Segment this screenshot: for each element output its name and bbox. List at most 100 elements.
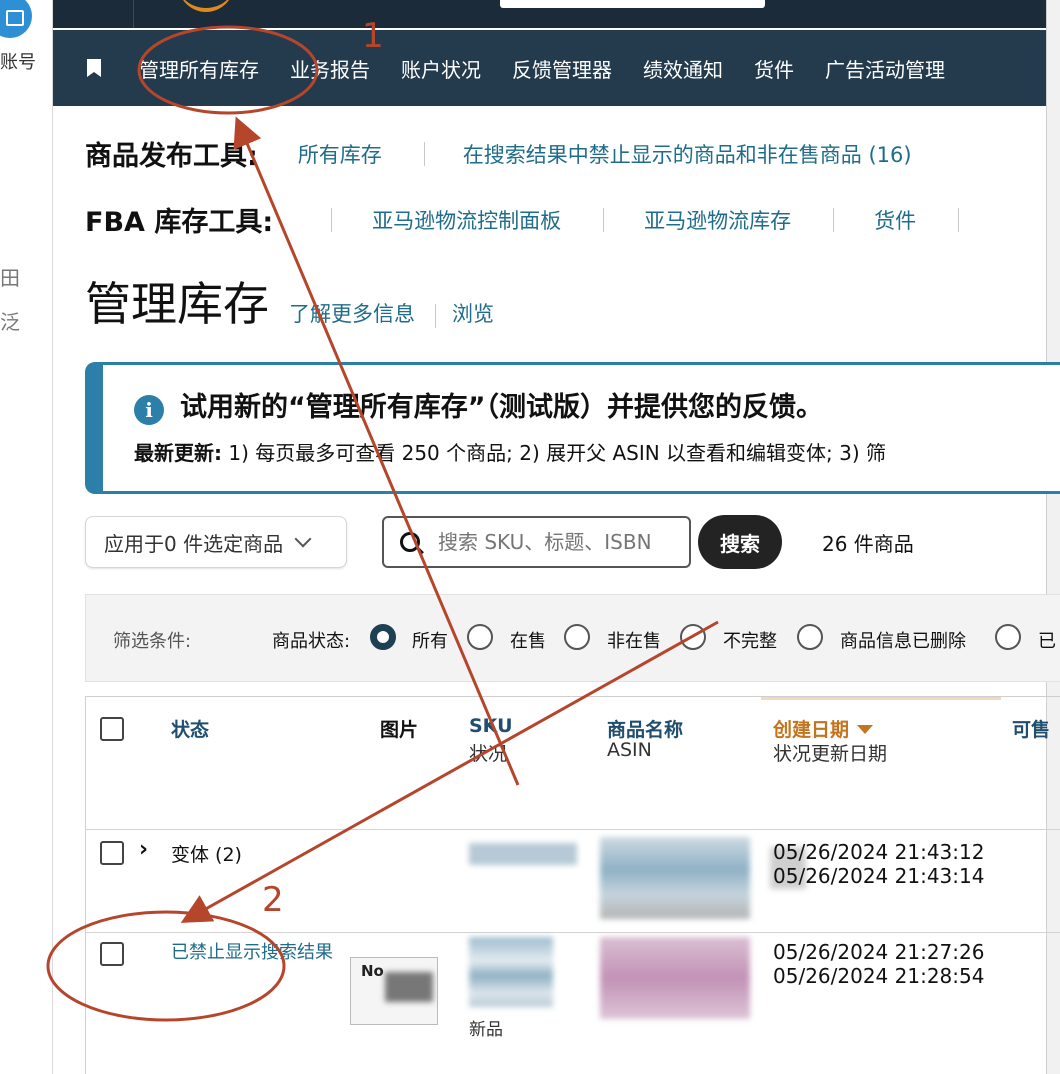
- browse-link[interactable]: 浏览: [452, 298, 494, 328]
- radio-inactive-label: 非在售: [607, 631, 661, 652]
- radio-more-label: 已: [1038, 631, 1056, 652]
- expand-chevron-icon[interactable]: ›: [139, 837, 148, 862]
- filter-bar: 筛选条件: 商品状态: 所有 在售 非在售 不完整 商品信息已删除 已: [85, 594, 1060, 682]
- amazon-logo-icon[interactable]: [178, 0, 234, 12]
- main-nav: 管理所有库存 业务报告 账户状况 反馈管理器 绩效通知 货件 广告活动管理: [53, 30, 1046, 106]
- header-status-updated: 状况更新日期: [773, 743, 888, 765]
- updated-date: 05/26/2024 21:28:54: [773, 964, 985, 988]
- search-input[interactable]: [436, 529, 680, 555]
- divider: [435, 304, 436, 328]
- inventory-table: 状态 图片 SKU 状况 商品名称 ASIN 创建日期 状况更新日期 可售 › …: [85, 696, 1060, 1074]
- nav-performance-notifications[interactable]: 绩效通知: [643, 54, 723, 83]
- header-sku-sub: 状况: [469, 743, 508, 765]
- result-count: 26 件商品: [822, 532, 914, 556]
- account-label: 账号: [0, 52, 36, 73]
- radio-inactive[interactable]: [564, 624, 590, 650]
- radio-incomplete-label: 不完整: [723, 631, 777, 652]
- updated-date: 05/26/2024 21:43:14: [773, 864, 985, 888]
- header-divider: [133, 0, 134, 28]
- listing-tools-label: 商品发布工具:: [85, 141, 258, 172]
- info-icon: i: [134, 395, 164, 425]
- thumbnail-text: No: [361, 962, 384, 980]
- radio-incomplete[interactable]: [680, 624, 706, 650]
- variation-label[interactable]: 变体 (2): [171, 840, 242, 867]
- account-icon[interactable]: [0, 0, 32, 38]
- row-divider: [86, 829, 1060, 830]
- product-thumbnail[interactable]: No: [350, 957, 438, 1025]
- select-all-checkbox[interactable]: [100, 717, 124, 741]
- left-window-edge: 账号 田 泛: [0, 0, 53, 1074]
- banner-note: 最新更新: 1) 每页最多可查看 250 个商品; 2) 展开父 ASIN 以查…: [134, 437, 886, 466]
- left-fragment-1: 田: [0, 266, 20, 290]
- link-fba-inventory[interactable]: 亚马逊物流库存: [644, 205, 791, 235]
- divider: [958, 207, 960, 232]
- chevron-down-icon: [294, 530, 312, 548]
- bookmark-icon[interactable]: [87, 59, 101, 77]
- radio-active[interactable]: [467, 624, 493, 650]
- left-fragment-2: 泛: [0, 310, 20, 334]
- radio-all-label: 所有: [412, 631, 448, 652]
- banner-note-text: 1) 每页最多可查看 250 个商品; 2) 展开父 ASIN 以查看和编辑变体…: [222, 441, 887, 465]
- radio-deleted-label: 商品信息已删除: [840, 631, 966, 652]
- bulk-action-select[interactable]: 应用于0 件选定商品: [85, 516, 347, 568]
- beta-info-banner: i 试用新的“管理所有库存”（测试版）并提供您的反馈。 最新更新: 1) 每页最…: [85, 362, 1060, 494]
- link-suppressed-inactive[interactable]: 在搜索结果中禁止显示的商品和非在售商品 (16): [463, 139, 912, 169]
- nav-account-health[interactable]: 账户状况: [401, 54, 481, 83]
- header-search-field[interactable]: [500, 0, 765, 8]
- step-number-2: 2: [262, 880, 284, 920]
- product-name-blurred: [600, 937, 750, 1019]
- divider: [833, 207, 835, 232]
- header-available[interactable]: 可售: [1012, 715, 1050, 742]
- header-created-date[interactable]: 创建日期: [773, 715, 874, 742]
- row-checkbox[interactable]: [100, 942, 124, 966]
- listing-tools-row: 商品发布工具: 所有库存 在搜索结果中禁止显示的商品和非在售商品 (16): [85, 134, 912, 173]
- fba-tools-row: FBA 库存工具: 亚马逊物流控制面板 亚马逊物流库存 货件: [85, 200, 960, 239]
- learn-more-link[interactable]: 了解更多信息: [289, 298, 415, 328]
- radio-more[interactable]: [995, 624, 1021, 650]
- radio-deleted[interactable]: [797, 624, 823, 650]
- sku-blurred: [469, 843, 577, 865]
- sort-desc-icon: [857, 725, 874, 734]
- nav-shipments[interactable]: 货件: [754, 54, 794, 83]
- step-number-1: 1: [362, 16, 384, 56]
- radio-active-label: 在售: [510, 631, 546, 652]
- page-title-row: 管理库存 了解更多信息 浏览: [85, 268, 494, 334]
- product-name-blurred: [600, 837, 750, 919]
- row-divider: [86, 932, 1060, 933]
- status-filter-label: 商品状态:: [272, 631, 351, 652]
- banner-note-label: 最新更新:: [134, 441, 222, 465]
- header-image: 图片: [380, 719, 419, 741]
- divider: [331, 207, 333, 232]
- search-button[interactable]: 搜索: [698, 515, 782, 569]
- nav-feedback-manager[interactable]: 反馈管理器: [512, 54, 612, 83]
- condition-label: 新品: [469, 1020, 503, 1040]
- header-asin: ASIN: [607, 739, 652, 761]
- inventory-search: [382, 516, 691, 568]
- link-fba-shipments[interactable]: 货件: [874, 205, 916, 235]
- top-header: [53, 0, 1046, 28]
- divider: [423, 141, 425, 166]
- sku-blurred: [469, 937, 553, 1007]
- header-sku[interactable]: SKU: [469, 715, 513, 737]
- nav-manage-all-inventory[interactable]: 管理所有库存: [139, 54, 259, 83]
- nav-business-reports[interactable]: 业务报告: [290, 54, 370, 83]
- search-icon: [400, 532, 420, 552]
- nav-campaign-manager[interactable]: 广告活动管理: [825, 54, 945, 83]
- suppressed-status-link[interactable]: 已禁止显示搜索结果: [171, 941, 343, 964]
- fba-tools-label: FBA 库存工具:: [85, 207, 274, 238]
- divider: [603, 207, 605, 232]
- created-date: 05/26/2024 21:43:12: [773, 840, 985, 864]
- radio-all[interactable]: [370, 624, 396, 650]
- sort-indicator-bar: [761, 697, 1001, 700]
- row-checkbox[interactable]: [100, 841, 124, 865]
- header-created-label: 创建日期: [773, 719, 850, 741]
- created-date: 05/26/2024 21:27:26: [773, 940, 985, 964]
- bulk-action-label: 应用于0 件选定商品: [104, 531, 284, 556]
- header-status[interactable]: 状态: [171, 715, 209, 742]
- filter-label: 筛选条件:: [113, 631, 192, 652]
- link-fba-dashboard[interactable]: 亚马逊物流控制面板: [372, 205, 561, 235]
- header-product-name[interactable]: 商品名称: [607, 715, 683, 742]
- banner-title: 试用新的“管理所有库存”（测试版）并提供您的反馈。: [180, 392, 823, 423]
- link-all-inventory[interactable]: 所有库存: [298, 139, 382, 169]
- page-title: 管理库存: [85, 277, 269, 331]
